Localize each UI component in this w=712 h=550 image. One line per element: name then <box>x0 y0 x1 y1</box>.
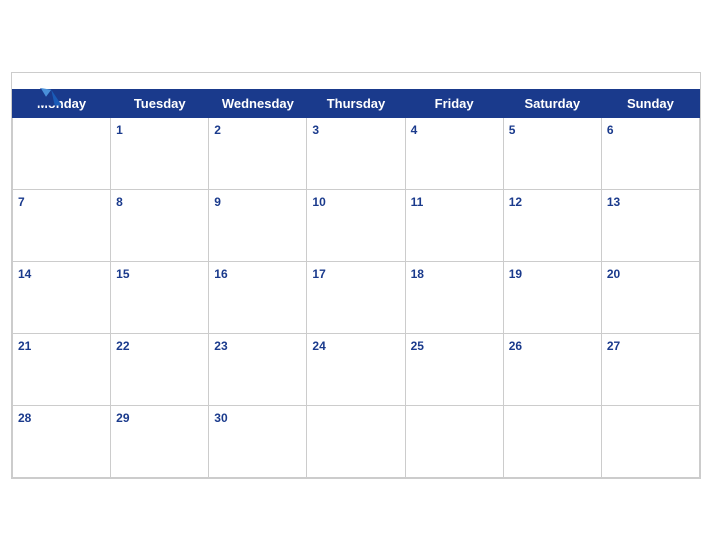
weekday-header-saturday: Saturday <box>503 89 601 117</box>
day-cell-3: 3 <box>307 117 405 189</box>
day-cell-24: 24 <box>307 333 405 405</box>
weekday-header-wednesday: Wednesday <box>209 89 307 117</box>
day-number-27: 27 <box>607 339 620 353</box>
week-row-3: 21 22 23 24 25 26 27 <box>13 333 700 405</box>
day-number-4: 4 <box>411 123 418 137</box>
day-cell-26: 26 <box>503 333 601 405</box>
day-number-20: 20 <box>607 267 620 281</box>
day-cell-16: 16 <box>209 261 307 333</box>
day-number-24: 24 <box>312 339 325 353</box>
day-cell-12: 12 <box>503 189 601 261</box>
day-number-14: 14 <box>18 267 31 281</box>
day-cell-20: 20 <box>601 261 699 333</box>
day-cell-28: 28 <box>13 405 111 477</box>
day-cell-18: 18 <box>405 261 503 333</box>
day-number-16: 16 <box>214 267 227 281</box>
day-number-29: 29 <box>116 411 129 425</box>
empty-cell <box>503 405 601 477</box>
day-number-30: 30 <box>214 411 227 425</box>
day-number-6: 6 <box>607 123 614 137</box>
day-cell-4: 4 <box>405 117 503 189</box>
logo <box>28 81 64 109</box>
day-number-9: 9 <box>214 195 221 209</box>
day-cell-17: 17 <box>307 261 405 333</box>
weekday-header-row: MondayTuesdayWednesdayThursdayFridaySatu… <box>13 89 700 117</box>
day-cell-21: 21 <box>13 333 111 405</box>
day-number-23: 23 <box>214 339 227 353</box>
day-number-25: 25 <box>411 339 424 353</box>
day-cell-30: 30 <box>209 405 307 477</box>
day-number-12: 12 <box>509 195 522 209</box>
day-cell-13: 13 <box>601 189 699 261</box>
week-row-4: 28 29 30 <box>13 405 700 477</box>
day-cell-25: 25 <box>405 333 503 405</box>
day-number-10: 10 <box>312 195 325 209</box>
day-cell-2: 2 <box>209 117 307 189</box>
logo-icon <box>28 81 64 109</box>
day-number-8: 8 <box>116 195 123 209</box>
day-cell-8: 8 <box>111 189 209 261</box>
day-number-26: 26 <box>509 339 522 353</box>
weekday-header-thursday: Thursday <box>307 89 405 117</box>
day-number-22: 22 <box>116 339 129 353</box>
empty-cell <box>405 405 503 477</box>
week-row-1: 7 8 9 10 11 12 13 <box>13 189 700 261</box>
week-row-2: 14 15 16 17 18 19 20 <box>13 261 700 333</box>
weekday-header-tuesday: Tuesday <box>111 89 209 117</box>
day-number-21: 21 <box>18 339 31 353</box>
day-cell-6: 6 <box>601 117 699 189</box>
day-cell-7: 7 <box>13 189 111 261</box>
day-number-11: 11 <box>411 195 424 209</box>
day-cell-10: 10 <box>307 189 405 261</box>
empty-cell <box>601 405 699 477</box>
week-row-0: 1 2 3 4 5 6 <box>13 117 700 189</box>
day-number-28: 28 <box>18 411 31 425</box>
day-cell-27: 27 <box>601 333 699 405</box>
empty-cell <box>13 117 111 189</box>
calendar: MondayTuesdayWednesdayThursdayFridaySatu… <box>11 72 701 479</box>
day-cell-23: 23 <box>209 333 307 405</box>
day-cell-29: 29 <box>111 405 209 477</box>
calendar-header <box>12 73 700 89</box>
empty-cell <box>307 405 405 477</box>
day-cell-11: 11 <box>405 189 503 261</box>
day-number-18: 18 <box>411 267 424 281</box>
day-number-13: 13 <box>607 195 620 209</box>
day-number-3: 3 <box>312 123 319 137</box>
day-cell-14: 14 <box>13 261 111 333</box>
day-number-1: 1 <box>116 123 123 137</box>
weekday-header-friday: Friday <box>405 89 503 117</box>
day-number-5: 5 <box>509 123 516 137</box>
day-number-15: 15 <box>116 267 129 281</box>
day-cell-1: 1 <box>111 117 209 189</box>
day-cell-15: 15 <box>111 261 209 333</box>
weekday-header-sunday: Sunday <box>601 89 699 117</box>
day-cell-5: 5 <box>503 117 601 189</box>
day-number-7: 7 <box>18 195 25 209</box>
day-cell-9: 9 <box>209 189 307 261</box>
day-cell-19: 19 <box>503 261 601 333</box>
day-number-2: 2 <box>214 123 221 137</box>
day-number-19: 19 <box>509 267 522 281</box>
calendar-table: MondayTuesdayWednesdayThursdayFridaySatu… <box>12 89 700 478</box>
day-cell-22: 22 <box>111 333 209 405</box>
day-number-17: 17 <box>312 267 325 281</box>
